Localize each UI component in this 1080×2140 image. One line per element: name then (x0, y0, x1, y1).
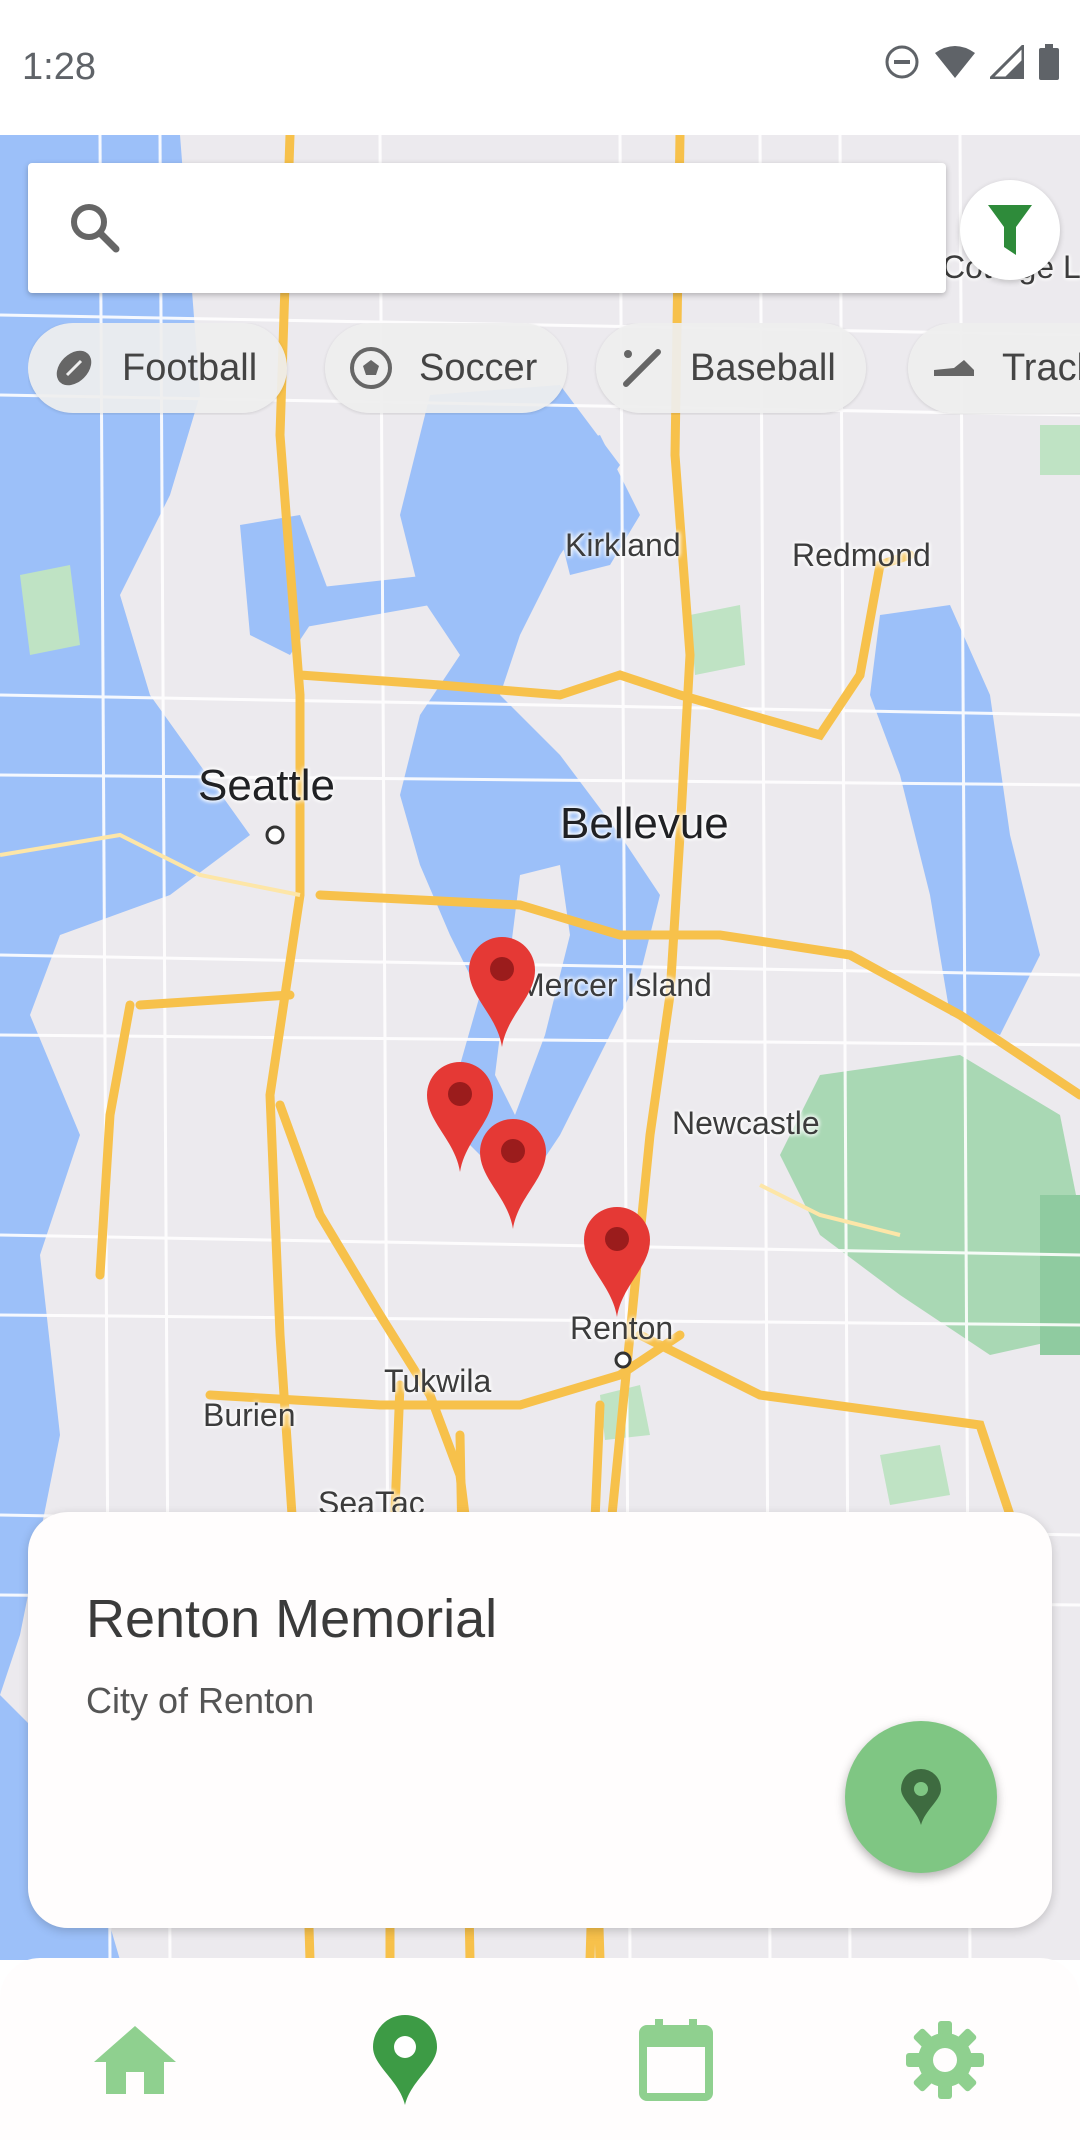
map-marker-selected[interactable] (582, 1205, 652, 1317)
map-label-kirkland: Kirkland (565, 527, 681, 563)
category-chips: Football Soccer Baseball Track (28, 323, 1080, 415)
map-label-seattle: Seattle (198, 761, 335, 810)
status-bar: 1:28 (0, 0, 1080, 135)
home-icon (94, 2026, 176, 2094)
track-shoe-icon (932, 346, 976, 390)
chip-football[interactable]: Football (28, 323, 288, 413)
bottom-navigation (0, 1958, 1080, 2140)
map-marker[interactable] (478, 1117, 548, 1229)
seattle-dot (265, 825, 285, 845)
filter-button[interactable] (960, 180, 1060, 280)
chip-label: Baseball (690, 346, 836, 389)
search-bar[interactable] (28, 163, 946, 293)
map-label-mercer-island: Mercer Island (518, 967, 712, 1003)
signal-icon (990, 45, 1024, 79)
gear-icon (906, 2021, 984, 2099)
chip-baseball[interactable]: Baseball (596, 323, 866, 413)
search-icon (71, 204, 120, 253)
map-marker[interactable] (467, 935, 537, 1047)
directions-fab[interactable] (845, 1721, 997, 1873)
chip-track[interactable]: Track (908, 323, 1080, 413)
do-not-disturb-icon (885, 45, 919, 79)
location-title: Renton Memorial (86, 1589, 498, 1649)
chip-soccer[interactable]: Soccer (325, 323, 568, 413)
status-time: 1:28 (22, 46, 96, 88)
location-pin-icon (373, 2015, 437, 2105)
status-icons (884, 44, 1060, 80)
chip-label: Soccer (419, 346, 538, 389)
nav-home[interactable] (85, 2010, 185, 2110)
map-label-tukwila: Tukwila (384, 1363, 492, 1399)
chip-label: Football (122, 346, 258, 389)
filter-icon (988, 205, 1032, 255)
wifi-icon (935, 46, 975, 78)
map-label-newcastle: Newcastle (672, 1105, 820, 1141)
calendar-icon (639, 2019, 713, 2101)
location-pin-icon (901, 1769, 941, 1825)
search-input[interactable] (138, 193, 922, 265)
map-label-redmond: Redmond (792, 537, 931, 573)
renton-dot (614, 1351, 632, 1369)
nav-map[interactable] (355, 2010, 455, 2110)
battery-icon (1039, 44, 1059, 80)
nav-settings[interactable] (895, 2010, 995, 2110)
soccer-ball-icon (349, 346, 393, 390)
football-icon (52, 346, 96, 390)
map-label-bellevue: Bellevue (560, 799, 729, 848)
map-label-burien: Burien (203, 1397, 296, 1433)
location-owner: City of Renton (86, 1680, 315, 1721)
baseball-bat-icon (620, 346, 664, 390)
nav-calendar[interactable] (626, 2010, 726, 2110)
chip-label: Track (1002, 346, 1080, 389)
